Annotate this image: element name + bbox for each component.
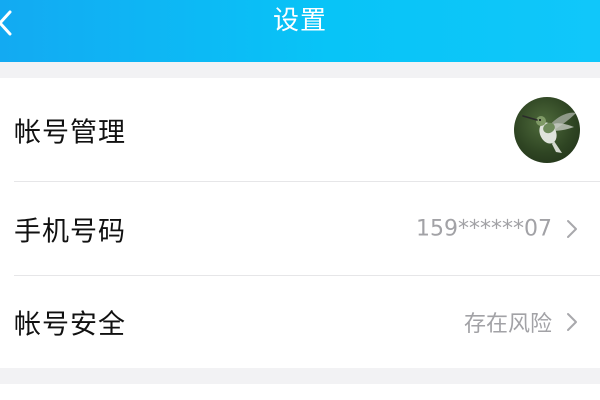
account-management-row[interactable]: 帐号管理 <box>0 78 600 182</box>
chevron-right-icon <box>567 220 577 238</box>
phone-number-row[interactable]: 手机号码 159******07 <box>0 182 600 276</box>
avatar[interactable] <box>514 97 580 163</box>
account-management-label: 帐号管理 <box>14 117 126 149</box>
next-section-card <box>0 384 600 400</box>
account-security-row[interactable]: 帐号安全 存在风险 <box>0 276 600 368</box>
page-title: 设置 <box>272 6 327 36</box>
settings-list: 帐号管理 手机号码 159******07 帐号安全 存在风险 <box>0 78 600 368</box>
hummingbird-icon <box>522 112 576 153</box>
header-bar: 设置 <box>0 0 600 62</box>
account-security-label: 帐号安全 <box>14 309 126 341</box>
phone-number-label: 手机号码 <box>14 216 126 248</box>
account-security-status: 存在风险 <box>463 312 552 337</box>
settings-screen: 设置 帐号管理 手机号码 159******07 帐号安全 存在风险 <box>0 0 600 400</box>
phone-number-value: 159******07 <box>416 216 552 242</box>
chevron-right-icon <box>567 313 577 331</box>
